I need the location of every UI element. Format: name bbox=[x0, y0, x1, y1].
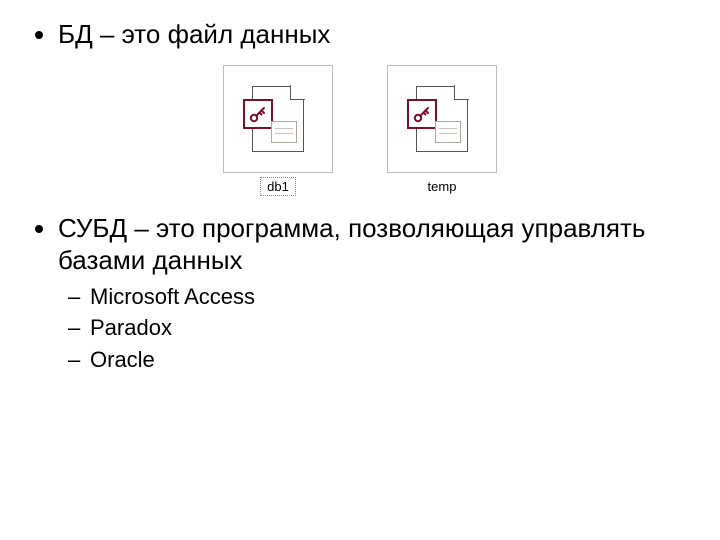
bullet-list-level1: БД – это файл данных bbox=[30, 18, 690, 51]
subitem-1: Microsoft Access bbox=[90, 281, 690, 313]
file-item-temp: temp bbox=[387, 65, 497, 196]
key-icon bbox=[407, 99, 437, 129]
bullet-item-2-text: СУБД – это программа, позволяющая управл… bbox=[58, 213, 645, 276]
bullet-item-1: БД – это файл данных bbox=[58, 18, 690, 51]
bullet-list-level2: Microsoft Access Paradox Oracle bbox=[58, 281, 690, 377]
file-thumbnail bbox=[223, 65, 333, 173]
subitem-3: Oracle bbox=[90, 344, 690, 376]
slide-content: БД – это файл данных bbox=[0, 0, 720, 392]
key-icon bbox=[243, 99, 273, 129]
bullet-item-2: СУБД – это программа, позволяющая управл… bbox=[58, 212, 690, 377]
bullet-list-level1-continued: СУБД – это программа, позволяющая управл… bbox=[30, 212, 690, 377]
document-icon bbox=[252, 86, 304, 152]
file-thumbnail bbox=[387, 65, 497, 173]
subitem-2: Paradox bbox=[90, 312, 690, 344]
file-item-db1: db1 bbox=[223, 65, 333, 196]
file-label: db1 bbox=[260, 177, 296, 196]
file-icons-row: db1 bbox=[30, 65, 690, 196]
file-label: temp bbox=[421, 177, 464, 196]
document-icon bbox=[416, 86, 468, 152]
